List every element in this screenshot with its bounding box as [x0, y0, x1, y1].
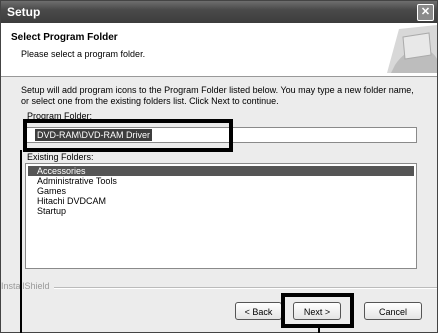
header-subtitle: Please select a program folder. — [21, 49, 146, 59]
existing-folders-label: Existing Folders: — [27, 152, 94, 162]
highlight-box-program-folder — [23, 119, 233, 152]
header-title: Select Program Folder — [11, 32, 118, 43]
existing-folders-list[interactable]: Accessories Administrative Tools Games H… — [25, 163, 417, 269]
computer-art-icon — [387, 25, 437, 73]
close-icon: ✕ — [420, 6, 431, 18]
list-item[interactable]: Accessories — [28, 166, 414, 176]
list-item[interactable]: Administrative Tools — [28, 176, 414, 186]
footer-divider — [35, 287, 437, 289]
instructions-text: Setup will add program icons to the Prog… — [21, 85, 414, 106]
installshield-brand: InstallShield — [1, 281, 54, 291]
list-item[interactable]: Games — [28, 186, 414, 196]
highlight-box-next — [281, 293, 354, 328]
setup-dialog: Setup ✕ Select Program Folder Please sel… — [0, 0, 438, 333]
header-panel: Select Program Folder Please select a pr… — [1, 23, 437, 77]
cancel-button[interactable]: Cancel — [364, 302, 422, 320]
window-title: Setup — [7, 5, 41, 19]
close-button[interactable]: ✕ — [417, 4, 434, 21]
callout-leader-line — [318, 327, 320, 333]
back-button[interactable]: < Back — [235, 302, 282, 320]
list-item[interactable]: Startup — [28, 206, 414, 216]
list-item[interactable]: Hitachi DVDCAM — [28, 196, 414, 206]
callout-leader-line — [20, 150, 22, 333]
title-bar[interactable]: Setup ✕ — [1, 1, 437, 23]
